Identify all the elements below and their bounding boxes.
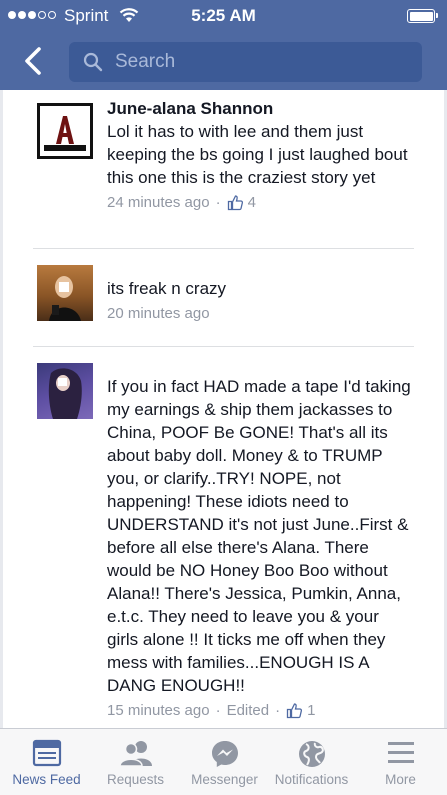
search-icon <box>83 52 103 72</box>
comment-meta: 20 minutes ago <box>107 305 414 322</box>
like-count: 4 <box>247 194 256 211</box>
tab-news-feed[interactable]: News Feed <box>2 729 91 795</box>
comment-item: its freak n crazy 20 minutes ago <box>33 249 414 345</box>
menu-icon <box>387 742 414 763</box>
globe-icon <box>298 741 325 767</box>
tab-label: Requests <box>106 772 165 787</box>
tab-label: Notifications <box>274 772 349 787</box>
friend-requests-icon <box>118 741 152 767</box>
like-thumb-icon[interactable] <box>286 702 303 719</box>
tab-label: News Feed <box>12 772 81 787</box>
status-bar: Sprint 5:25 AM <box>0 0 447 34</box>
like-thumb-icon[interactable] <box>227 194 244 211</box>
comment-item: If you in fact HAD made a tape I'd takin… <box>33 347 414 728</box>
meta-separator: · <box>215 702 221 719</box>
comment-item: June-alana Shannon Lol it has to with le… <box>33 98 414 248</box>
tab-requests[interactable]: Requests <box>91 729 180 795</box>
tab-bar: News Feed Requests Messenger Notificatio… <box>0 728 447 795</box>
battery-icon <box>407 9 438 23</box>
messenger-icon <box>211 741 238 767</box>
tab-more[interactable]: More <box>356 729 445 795</box>
comment-time[interactable]: 15 minutes ago <box>107 702 210 719</box>
comment-meta: 24 minutes ago · 4 <box>107 194 414 211</box>
search-input[interactable]: Search <box>69 42 422 82</box>
back-arrow-icon[interactable] <box>16 44 50 78</box>
news-feed-icon <box>32 739 61 767</box>
avatar[interactable] <box>37 363 93 419</box>
comment-text: its freak n crazy <box>107 279 227 298</box>
status-time: 5:25 AM <box>191 6 256 25</box>
comment-text: Lol it has to with lee and them just kee… <box>107 122 408 187</box>
meta-separator: · <box>215 194 221 211</box>
comment-author[interactable]: June-alana Shannon <box>107 98 414 120</box>
edited-label[interactable]: Edited <box>227 702 270 719</box>
navigation-bar: Search <box>0 34 447 90</box>
meta-separator: · <box>275 702 281 719</box>
comment-time[interactable]: 20 minutes ago <box>107 305 210 322</box>
like-count: 1 <box>307 702 316 719</box>
avatar[interactable] <box>37 265 93 321</box>
tab-messenger[interactable]: Messenger <box>180 729 269 795</box>
team-logo-icon <box>44 116 86 151</box>
tab-label: More <box>385 772 416 787</box>
tab-label: Messenger <box>191 772 258 787</box>
search-placeholder: Search <box>115 51 176 72</box>
comment-text: If you in fact HAD made a tape I'd takin… <box>107 377 411 695</box>
tab-notifications[interactable]: Notifications <box>267 729 356 795</box>
avatar[interactable] <box>37 103 93 159</box>
comment-time[interactable]: 24 minutes ago <box>107 194 210 211</box>
comment-meta: 15 minutes ago · Edited · 1 <box>107 702 414 719</box>
comment-list: June-alana Shannon Lol it has to with le… <box>0 90 447 728</box>
